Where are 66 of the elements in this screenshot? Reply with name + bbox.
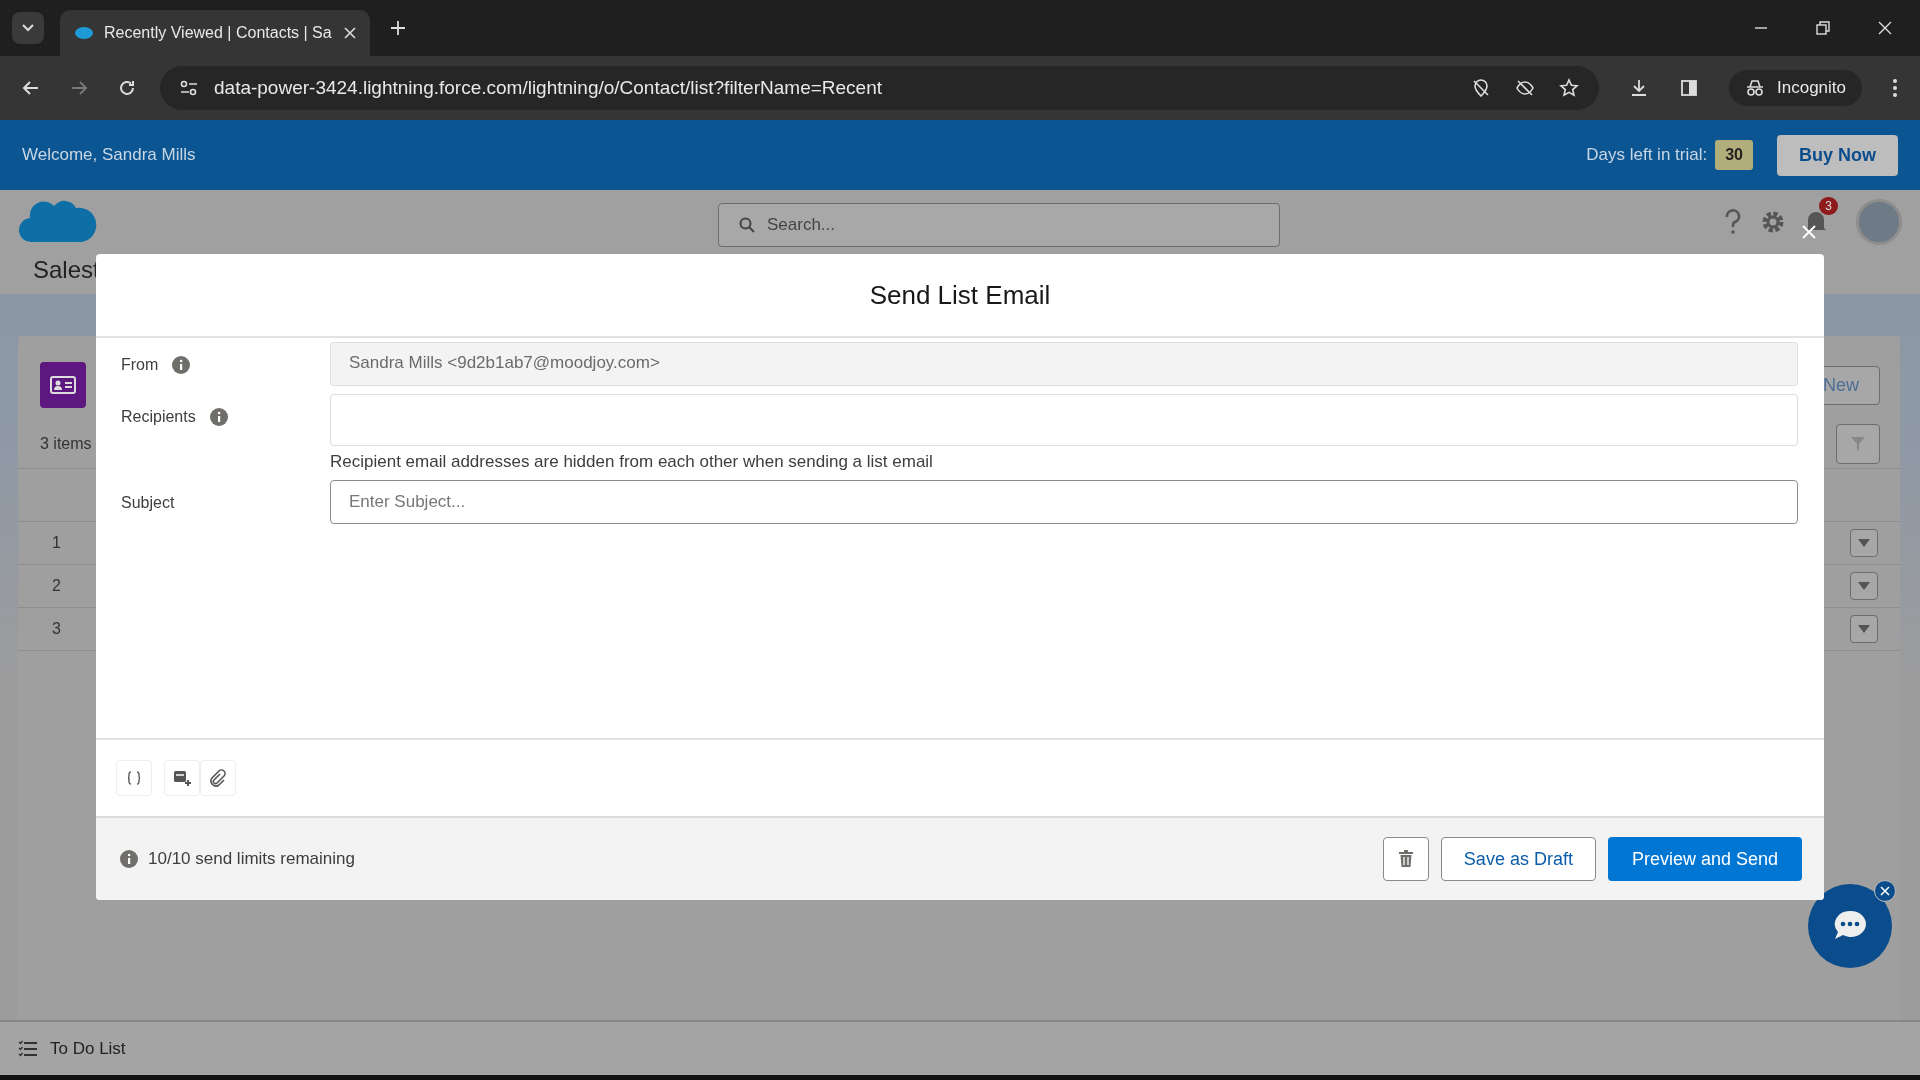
caret-icon (1858, 582, 1870, 590)
location-off-icon[interactable] (1471, 78, 1491, 98)
caret-icon (1858, 625, 1870, 633)
row-actions-button[interactable] (1850, 572, 1878, 600)
notification-badge: 3 (1819, 197, 1838, 215)
close-icon[interactable] (1878, 21, 1892, 35)
star-icon[interactable] (1559, 78, 1579, 98)
subject-field[interactable]: Enter Subject... (330, 480, 1798, 524)
incognito-icon (1745, 79, 1765, 97)
download-icon[interactable] (1629, 78, 1649, 98)
field-label: Recipients (121, 408, 196, 426)
template-icon (173, 769, 191, 787)
recipients-field[interactable] (330, 394, 1798, 446)
tab-list-button[interactable] (12, 12, 44, 44)
info-icon (120, 850, 138, 868)
row-number: 3 (52, 620, 61, 638)
item-count: 3 items (40, 435, 92, 453)
address-bar[interactable]: data-power-3424.lightning.force.com/lightning/o/Contact/list?filterName=Recent (160, 66, 1599, 110)
send-limits-text: 10/10 send limits remaining (148, 849, 355, 869)
preview-send-button[interactable]: Preview and Send (1607, 837, 1802, 881)
more-icon[interactable] (1892, 78, 1898, 98)
paperclip-icon (209, 769, 227, 787)
delete-button[interactable] (1382, 837, 1429, 881)
welcome-text: Welcome, Sandra Mills (22, 145, 196, 165)
contact-card-icon (40, 362, 86, 408)
attach-button[interactable] (200, 760, 236, 796)
incognito-badge[interactable]: Incognito (1729, 70, 1862, 106)
close-icon[interactable] (344, 27, 356, 39)
back-icon[interactable] (22, 79, 40, 97)
row-actions-button[interactable] (1850, 529, 1878, 557)
help-icon[interactable] (1724, 209, 1742, 235)
field-label: Subject (121, 494, 175, 512)
field-label: From (121, 356, 159, 374)
caret-icon (1858, 539, 1870, 547)
info-icon[interactable] (172, 356, 191, 374)
new-tab-icon[interactable] (390, 20, 406, 36)
forward-icon[interactable] (70, 79, 88, 97)
restore-icon[interactable] (1816, 21, 1830, 35)
browser-tab[interactable]: Recently Viewed | Contacts | Sa (60, 10, 370, 56)
from-field: Sandra Mills <9d2b1ab7@moodjoy.com> (330, 342, 1798, 386)
braces-icon (127, 771, 141, 785)
recipients-hint: Recipient email addresses are hidden from each other when sending a list email (330, 452, 934, 472)
eye-slash-icon[interactable] (1515, 78, 1535, 98)
modal-close-button[interactable] (1800, 223, 1818, 241)
todo-list-button[interactable]: To Do List (50, 1038, 126, 1059)
row-number: 2 (52, 577, 61, 595)
row-actions-button[interactable] (1850, 615, 1878, 643)
trial-days-label: Days left in trial: (1586, 145, 1708, 165)
search-icon (739, 217, 755, 233)
side-panel-icon[interactable] (1679, 78, 1699, 98)
settings-icon[interactable] (1760, 209, 1786, 235)
trash-icon (1397, 850, 1414, 868)
cloud-icon (74, 26, 94, 40)
merge-field-button[interactable] (116, 760, 152, 796)
reload-icon[interactable] (118, 79, 136, 97)
buy-now-button[interactable]: Buy Now (1777, 134, 1898, 176)
save-draft-button[interactable]: Save as Draft (1440, 837, 1596, 881)
filter-icon (1851, 437, 1865, 451)
trial-days-count: 30 (1715, 140, 1753, 170)
chevron-down-icon (22, 24, 34, 32)
search-field[interactable]: Search... (718, 203, 1280, 247)
row-number: 1 (52, 534, 61, 552)
list-icon (18, 1039, 38, 1058)
template-button[interactable] (164, 760, 200, 796)
info-icon[interactable] (209, 408, 228, 426)
site-settings-icon[interactable] (180, 80, 198, 96)
